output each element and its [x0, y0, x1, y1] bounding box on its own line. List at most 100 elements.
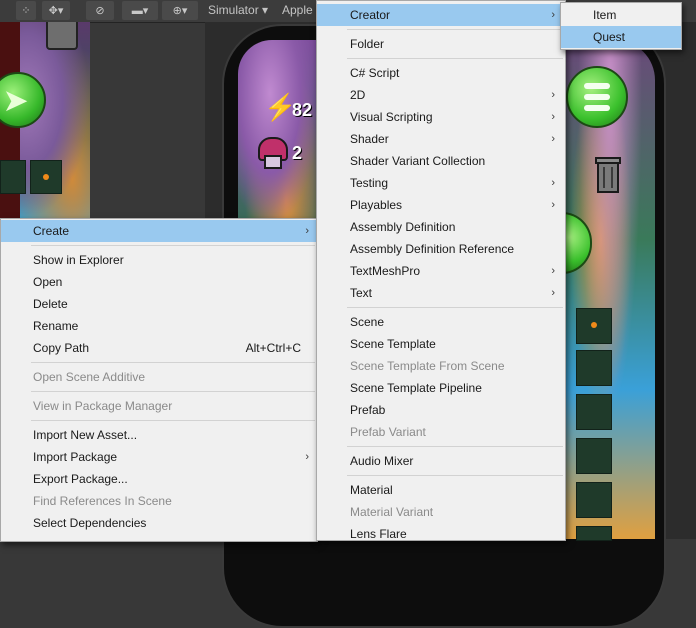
ctx-menu-item-select-dependencies[interactable]: Select Dependencies [1, 512, 317, 534]
menu-item-label: Folder [350, 37, 385, 51]
menu-item-label: C# Script [350, 66, 400, 80]
menu-item-label: Create [33, 224, 70, 238]
create-menu-item-creator[interactable]: Creator › [317, 4, 565, 26]
menu-item-label: Quest [593, 30, 626, 44]
move-tool-icon[interactable]: ✥▾ [42, 1, 70, 20]
menu-item-label: Find References In Scene [33, 494, 172, 508]
create-menu-item-scene-template[interactable]: Scene Template [317, 333, 565, 355]
menu-item-label: Shader Variant Collection [350, 154, 486, 168]
menu-item-label: Select Dependencies [33, 516, 147, 530]
menu-separator [347, 475, 563, 476]
gizmo-icon[interactable]: ⊕▾ [162, 1, 198, 20]
inventory-slot [0, 160, 26, 194]
ctx-menu-item-copy-path[interactable]: Copy Path Alt+Ctrl+C [1, 337, 317, 359]
play-icon: ➤ [4, 85, 28, 116]
menu-item-label: Assembly Definition [350, 220, 456, 234]
create-menu-item-visual-scripting[interactable]: Visual Scripting › [317, 106, 565, 128]
camera-icon[interactable]: ▬▾ [122, 1, 158, 20]
inventory-slot [576, 350, 612, 386]
create-menu-item-playables[interactable]: Playables › [317, 194, 565, 216]
menu-item-label: Shader [350, 132, 389, 146]
create-menu-item-shader-variant-collection[interactable]: Shader Variant Collection [317, 150, 565, 172]
create-menu-item-assembly-definition[interactable]: Assembly Definition [317, 216, 565, 238]
ctx-menu-item-rename[interactable]: Rename [1, 315, 317, 337]
menu-item-label: Copy Path [33, 341, 90, 355]
device-screen [238, 40, 318, 218]
ctx-menu-item-open[interactable]: Open [1, 271, 317, 293]
create-menu-item-folder[interactable]: Folder [317, 33, 565, 55]
menu-item-label: Item [593, 8, 617, 22]
menu-item-label: Scene Template [350, 337, 436, 351]
menu-icon-bar [584, 94, 610, 100]
simulator-dropdown[interactable]: Simulator ▾ [208, 3, 268, 17]
menu-item-label: Delete [33, 297, 68, 311]
menu-item-label: Open [33, 275, 63, 289]
create-menu-item-text[interactable]: Text › [317, 282, 565, 304]
ctx-menu-item-view-in-package-manager[interactable]: View in Package Manager [1, 395, 317, 417]
menu-separator [347, 58, 563, 59]
menu-item-label: Import Package [33, 450, 118, 464]
inventory-slot [576, 308, 612, 344]
ctx-menu-item-find-references-in-scene[interactable]: Find References In Scene [1, 490, 317, 512]
ctx-menu-item-import-package[interactable]: Import Package › [1, 446, 317, 468]
visibility-off-icon[interactable]: ⊘ [86, 1, 114, 20]
chevron-right-icon: › [551, 9, 555, 21]
menu-separator [31, 245, 315, 246]
menu-item-label: Audio Mixer [350, 454, 414, 468]
create-menu-item-testing[interactable]: Testing › [317, 172, 565, 194]
menu-item-label: Visual Scripting [350, 110, 433, 124]
ctx-menu-item-create[interactable]: Create › [1, 220, 317, 242]
create-menu-item-textmeshpro[interactable]: TextMeshPro › [317, 260, 565, 282]
menu-separator [347, 446, 563, 447]
create-menu-item-prefab-variant[interactable]: Prefab Variant [317, 421, 565, 443]
menu-item-label: Rename [33, 319, 79, 333]
inventory-slot [576, 394, 612, 430]
menu-item-label: Show in Explorer [33, 253, 124, 267]
mushroom-counter: 2 [292, 143, 303, 163]
create-menu-item-scene[interactable]: Scene [317, 311, 565, 333]
create-menu-item-2d[interactable]: 2D › [317, 84, 565, 106]
menu-item-label: TextMeshPro [350, 264, 421, 278]
menu-separator [347, 307, 563, 308]
chevron-right-icon: › [551, 199, 555, 211]
menu-icon [584, 83, 610, 89]
chevron-right-icon: › [551, 89, 555, 101]
create-menu-item-c-script[interactable]: C# Script [317, 62, 565, 84]
device-dropdown[interactable]: Apple [282, 3, 313, 17]
menu-item-label: View in Package Manager [33, 399, 173, 413]
menu-separator [31, 391, 315, 392]
create-menu-item-material-variant[interactable]: Material Variant [317, 501, 565, 523]
ctx-menu-item-export-package[interactable]: Export Package... [1, 468, 317, 490]
creator-menu-item-quest[interactable]: Quest [561, 26, 681, 48]
create-menu-item-prefab[interactable]: Prefab [317, 399, 565, 421]
create-menu-item-shader[interactable]: Shader › [317, 128, 565, 150]
chevron-right-icon: › [551, 265, 555, 277]
energy-counter: 82 [292, 100, 313, 120]
ctx-menu-item-open-scene-additive[interactable]: Open Scene Additive [1, 366, 317, 388]
create-menu-item-material[interactable]: Material [317, 479, 565, 501]
create-menu-item-lens-flare[interactable]: Lens Flare [317, 523, 565, 545]
menu-item-label: Prefab Variant [350, 425, 426, 439]
create-menu-item-assembly-definition-reference[interactable]: Assembly Definition Reference [317, 238, 565, 260]
shortcut-label: Alt+Ctrl+C [245, 341, 301, 355]
create-submenu: Creator › Folder C# Script 2D › Visual Scripti… [316, 0, 566, 541]
menu-separator [31, 362, 315, 363]
chevron-right-icon: › [551, 133, 555, 145]
creator-submenu: Item Quest [560, 2, 682, 50]
menu-item-label: Scene Template From Scene [350, 359, 505, 373]
create-menu-item-audio-mixer[interactable]: Audio Mixer [317, 450, 565, 472]
creator-menu-item-item[interactable]: Item [561, 4, 681, 26]
ctx-menu-item-import-new-asset[interactable]: Import New Asset... [1, 424, 317, 446]
menu-separator [31, 420, 315, 421]
mushroom-stem [264, 155, 282, 169]
menu-item-label: Export Package... [33, 472, 128, 486]
menu-item-label: Playables [350, 198, 403, 212]
snap-icon[interactable]: ⁘ [16, 1, 36, 20]
menu-item-label: Testing [350, 176, 389, 190]
menu-item-label: Prefab [350, 403, 386, 417]
create-menu-item-scene-template-from-scene[interactable]: Scene Template From Scene [317, 355, 565, 377]
ctx-menu-item-delete[interactable]: Delete [1, 293, 317, 315]
menu-item-label: Text [350, 286, 373, 300]
ctx-menu-item-show-in-explorer[interactable]: Show in Explorer [1, 249, 317, 271]
create-menu-item-scene-template-pipeline[interactable]: Scene Template Pipeline [317, 377, 565, 399]
